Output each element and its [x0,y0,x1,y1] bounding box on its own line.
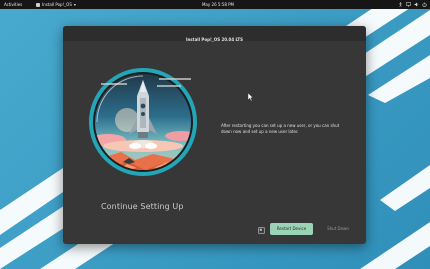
app-menu-label: Install Pop!_OS [42,2,72,7]
log-icon[interactable] [258,227,265,234]
mouse-pointer-icon [248,93,254,101]
installer-window: Install Pop!_OS 20.04 LTS After restarti… [63,26,366,244]
activities-button[interactable]: Activities [4,0,22,9]
action-row: Restart Device Shut Down [63,223,366,237]
shut-down-button[interactable]: Shut Down [318,223,358,235]
installer-app-icon [36,2,40,7]
volume-icon[interactable] [414,2,419,7]
power-icon[interactable] [422,2,427,7]
top-bar: Activities Install Pop!_OS ▾ May 26 5:58… [0,0,430,9]
window-title: Install Pop!_OS 20.04 LTS [185,37,244,42]
app-menu[interactable]: Install Pop!_OS ▾ [36,0,76,9]
clock[interactable]: May 26 5:58 PM [196,0,240,9]
network-icon[interactable] [406,2,411,7]
system-tray[interactable] [398,0,427,9]
restart-message: After restarting you can set up a new us… [221,123,340,134]
chevron-down-icon: ▾ [73,2,76,7]
continue-heading: Continue Setting Up [101,202,184,211]
rocket-launch-illustration [83,62,203,182]
window-titlebar[interactable]: Install Pop!_OS 20.04 LTS [63,26,366,42]
restart-device-button[interactable]: Restart Device [270,223,313,235]
accessibility-icon[interactable] [398,2,403,7]
